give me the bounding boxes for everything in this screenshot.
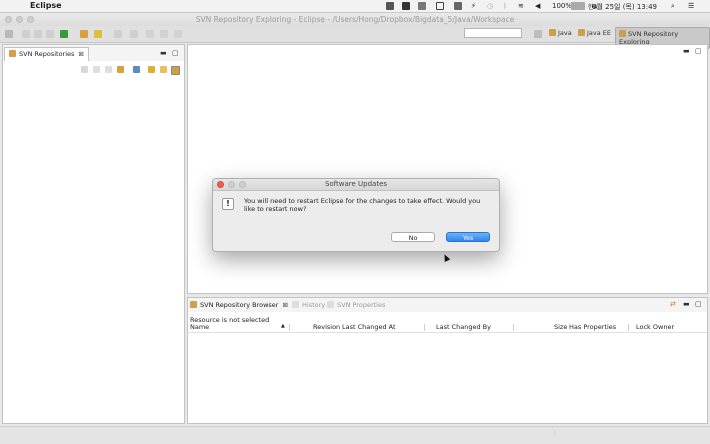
save-all-icon[interactable] [34, 30, 42, 38]
toolbar-icon-b[interactable] [130, 30, 138, 38]
svn-repository-browser-view: SVN Repository Browser ⊠ History SVN Prop… [187, 297, 708, 424]
quick-access-input[interactable] [464, 28, 522, 38]
maximize-browser-icon[interactable]: ▢ [695, 300, 702, 308]
clock[interactable]: 6월 25일 (목) 13:49 [592, 2, 657, 12]
spotlight-icon[interactable]: ⌕ [671, 2, 675, 11]
no-button[interactable]: No [391, 232, 435, 242]
open-folder-icon[interactable] [80, 30, 88, 38]
sort-ascending-icon: ▲ [281, 323, 285, 329]
minimize-view-icon[interactable]: ▬ [160, 49, 167, 57]
time-machine-icon[interactable]: ◷ [487, 2, 493, 10]
bluetooth-icon[interactable]: ᛒ [503, 2, 507, 10]
maximize-view-icon[interactable]: ▢ [172, 49, 179, 57]
battery-percent: 100% [552, 2, 573, 10]
column-separator[interactable] [628, 324, 629, 331]
perspective-java[interactable]: Java [549, 29, 572, 37]
bottom-tab-row: SVN Repository Browser ⊠ History SVN Prop… [188, 298, 707, 312]
notification-center-icon[interactable]: ☰ [688, 2, 694, 10]
search-tool-icon[interactable] [94, 30, 102, 38]
refresh-icon[interactable] [117, 66, 124, 73]
forward-icon[interactable] [160, 30, 168, 38]
view-tab-row: SVN Repositories ⊠ ▬ ▢ [3, 45, 184, 61]
window-title-bar: SVN Repository Exploring - Eclipse - /Us… [0, 13, 710, 26]
column-last-changed-by[interactable]: Last Changed By [436, 323, 491, 331]
menu-bar: Eclipse ⚡ ◷ ᛒ ≋ ◀ 100% 한A 6월 25일 (목) 13:… [0, 0, 710, 13]
column-size[interactable]: Size [554, 323, 567, 331]
java-perspective-icon [549, 29, 556, 36]
dialog-title-bar: Software Updates [213, 179, 499, 191]
home-icon[interactable] [81, 66, 88, 73]
minimize-editor-icon[interactable]: ▬ [683, 47, 690, 55]
column-has-properties[interactable]: Has Properties [569, 323, 616, 331]
new-repository-icon[interactable] [148, 66, 155, 73]
tray-window-icon[interactable] [436, 2, 444, 10]
forward-nav-icon[interactable] [105, 66, 112, 73]
maximize-editor-icon[interactable]: ▢ [695, 47, 702, 55]
properties-icon [327, 301, 334, 308]
save-icon[interactable] [22, 30, 30, 38]
yes-button[interactable]: Yes [446, 232, 490, 242]
repository-browser-icon [190, 301, 197, 308]
column-lock-owner[interactable]: Lock Owner [636, 323, 674, 331]
back-icon[interactable] [146, 30, 154, 38]
refresh-browser-icon[interactable]: ⇄ [670, 300, 676, 308]
tray-copy-icon[interactable] [418, 2, 426, 10]
main-toolbar: Java Java EE SVN Repository Exploring [0, 26, 710, 49]
tab-svn-repository-browser[interactable]: SVN Repository Browser ⊠ [190, 300, 288, 311]
column-separator[interactable] [289, 324, 290, 331]
svn-perspective-icon [619, 30, 626, 37]
warning-icon: ! [222, 198, 234, 210]
software-updates-dialog: Software Updates ! You will need to rest… [212, 178, 500, 252]
wifi-icon[interactable]: ≋ [518, 2, 524, 10]
volume-icon[interactable]: ◀ [535, 2, 540, 10]
dialog-message: You will need to restart Eclipse for the… [244, 197, 481, 213]
perspective-java-ee[interactable]: Java EE [578, 29, 611, 37]
back-nav-icon[interactable] [93, 66, 100, 73]
column-name[interactable]: Name [190, 323, 209, 331]
column-separator[interactable] [513, 324, 514, 331]
battery-icon[interactable] [571, 2, 585, 10]
collapse-all-icon[interactable] [133, 66, 140, 73]
tray-x-icon[interactable] [402, 2, 410, 10]
dialog-title: Software Updates [324, 180, 388, 188]
window-title: SVN Repository Exploring - Eclipse - /Us… [195, 15, 515, 24]
column-revision[interactable]: Revision [313, 323, 340, 331]
tray-app-icon[interactable] [386, 2, 394, 10]
toolbar-icon-a[interactable] [114, 30, 122, 38]
nav-dropdown-icon[interactable] [174, 30, 182, 38]
new-icon[interactable] [5, 30, 13, 38]
print-icon[interactable] [46, 30, 54, 38]
app-menu[interactable]: Eclipse [30, 1, 62, 10]
svn-repositories-view: SVN Repositories ⊠ ▬ ▢ [2, 44, 185, 424]
minimize-browser-icon[interactable]: ▬ [683, 300, 690, 308]
airplay-icon[interactable] [454, 2, 462, 10]
status-bar-handle[interactable]: ⋮ [552, 430, 558, 437]
table-header: Name ▲ Revision Last Changed At Last Cha… [188, 323, 707, 333]
close-icon[interactable]: ⊠ [282, 301, 287, 309]
tab-history[interactable]: History [292, 300, 325, 311]
tab-svn-properties[interactable]: SVN Properties [327, 300, 385, 311]
svn-repository-icon [9, 50, 16, 57]
new-folder-icon[interactable] [160, 66, 167, 73]
run-icon[interactable] [60, 30, 68, 38]
open-perspective-icon[interactable] [534, 30, 542, 38]
history-icon [292, 301, 299, 308]
status-bar: ⋮ [0, 426, 710, 444]
java-ee-perspective-icon [578, 29, 585, 36]
column-separator[interactable] [424, 324, 425, 331]
link-icon[interactable] [171, 66, 180, 75]
column-last-changed-at[interactable]: Last Changed At [342, 323, 396, 331]
bolt-icon[interactable]: ⚡ [471, 2, 476, 10]
tab-svn-repositories[interactable]: SVN Repositories ⊠ [4, 47, 89, 61]
close-icon[interactable]: ⊠ [78, 50, 83, 58]
